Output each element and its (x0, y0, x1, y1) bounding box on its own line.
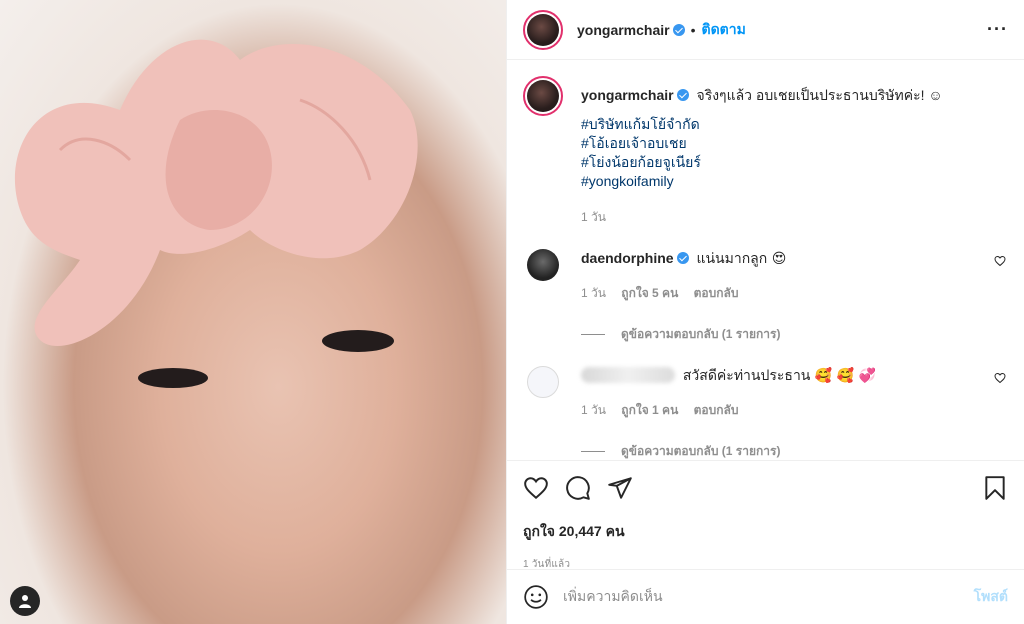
comment-age[interactable]: 1 วัน (581, 403, 606, 417)
comment-meta: 1 วัน ถูกใจ 5 คน ตอบกลับ (581, 284, 1008, 303)
comment-bubble-icon[interactable] (565, 475, 591, 501)
paper-plane-icon[interactable] (607, 475, 633, 501)
hashtag-link[interactable]: #โย่งน้อยก้อยจูเนียร์ (581, 153, 1008, 172)
pink-bow-illustration (14, 39, 418, 346)
view-replies-label: ดูข้อความตอบกลับ (1 รายการ) (621, 327, 781, 341)
blurred-username (581, 367, 675, 383)
author-username[interactable]: yongarmchair (577, 22, 670, 38)
caption: yongarmchair จริงๆแล้ว อบเชยเป็นประธานบร… (523, 76, 1008, 227)
bookmark-icon[interactable] (982, 475, 1008, 501)
eye-left (138, 368, 208, 388)
post-side-panel: yongarmchair • ติดตาม ··· yongarmchair จ… (506, 0, 1024, 624)
post-comment-button[interactable]: โพสต์ (974, 586, 1008, 608)
comment-input[interactable]: เพิ่มความคิดเห็น (563, 586, 974, 608)
hashtag-link[interactable]: #yongkoifamily (581, 172, 1008, 191)
post-header: yongarmchair • ติดตาม ··· (507, 0, 1024, 60)
replies-divider (581, 334, 605, 335)
more-options-icon[interactable]: ··· (987, 19, 1008, 40)
caption-username[interactable]: yongarmchair (581, 87, 674, 103)
comment-like-heart-icon[interactable] (994, 255, 1006, 267)
replies-divider (581, 451, 605, 452)
commenter-avatar[interactable] (527, 249, 559, 281)
reply-button[interactable]: ตอบกลับ (694, 403, 739, 417)
comment-likes[interactable]: ถูกใจ 1 คน (621, 403, 678, 417)
hashtag-link[interactable]: #โอ้เอยเจ้าอบเชย (581, 134, 1008, 153)
person-icon (19, 595, 31, 608)
comment-likes[interactable]: ถูกใจ 5 คน (621, 286, 678, 300)
likes-count[interactable]: ถูกใจ 20,447 คน (523, 521, 1008, 543)
comment-text: แน่นมากลูก 😍 (696, 251, 787, 267)
caption-author-avatar[interactable] (523, 76, 563, 116)
comment-meta: 1 วัน ถูกใจ 1 คน ตอบกลับ (581, 401, 1008, 420)
comment-item: สวัสดีค่ะท่านประธาน 🥰 🥰 💞 1 วัน ถูกใจ 1 … (523, 366, 1008, 420)
hashtag-list: #บริษัทแก้มโย้จำกัด #โอ้เอยเจ้าอบเชย #โย… (581, 115, 1008, 191)
comment-item: daendorphine แน่นมากลูก 😍 1 วัน ถูกใจ 5 … (523, 249, 1008, 303)
tagged-users-button[interactable] (10, 586, 40, 616)
commenter-username[interactable]: daendorphine (581, 250, 674, 266)
separator-dot: • (690, 21, 696, 38)
heart-outline-icon[interactable] (523, 475, 549, 501)
commenter-avatar[interactable] (527, 366, 559, 398)
view-replies-button[interactable]: ดูข้อความตอบกลับ (1 รายการ) (581, 325, 1008, 344)
comment-age[interactable]: 1 วัน (581, 286, 606, 300)
verified-badge-icon (676, 89, 689, 101)
post-photo[interactable] (0, 0, 506, 624)
eye-right (322, 330, 394, 352)
view-replies-label: ดูข้อความตอบกลับ (1 รายการ) (621, 444, 781, 458)
post-actions: ถูกใจ 20,447 คน 1 วันที่แล้ว (507, 460, 1024, 572)
smiley-icon[interactable] (523, 584, 549, 610)
comment-text: สวัสดีค่ะท่านประธาน 🥰 🥰 💞 (682, 368, 877, 384)
verified-badge-icon (676, 252, 689, 264)
follow-button[interactable]: ติดตาม (702, 19, 746, 41)
comments-list[interactable]: yongarmchair จริงๆแล้ว อบเชยเป็นประธานบร… (507, 60, 1024, 460)
caption-text: จริงๆแล้ว อบเชยเป็นประธานบริษัทค่ะ! ☺ (696, 87, 943, 103)
hashtag-link[interactable]: #บริษัทแก้มโย้จำกัด (581, 115, 1008, 134)
verified-badge-icon (672, 23, 685, 36)
post-modal: yongarmchair • ติดตาม ··· yongarmchair จ… (0, 0, 1024, 624)
author-avatar[interactable] (523, 9, 563, 50)
comment-like-heart-icon[interactable] (994, 372, 1006, 384)
comment-composer: เพิ่มความคิดเห็น โพสต์ (507, 569, 1024, 624)
view-replies-button[interactable]: ดูข้อความตอบกลับ (1 รายการ) (581, 442, 1008, 460)
reply-button[interactable]: ตอบกลับ (694, 286, 739, 300)
caption-age[interactable]: 1 วัน (581, 208, 1008, 227)
